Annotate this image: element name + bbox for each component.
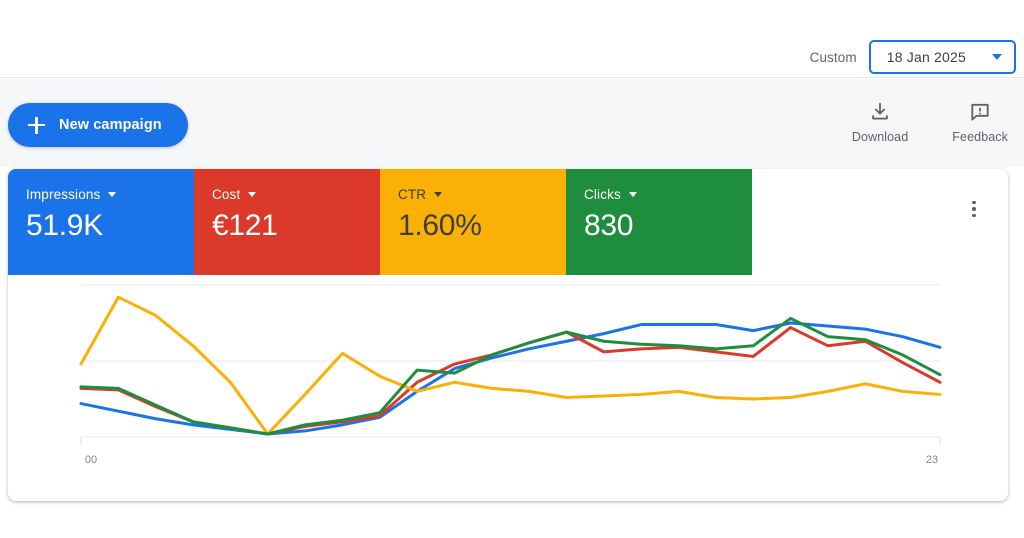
action-toolbar: New campaign Download Feedback xyxy=(0,79,1024,167)
metric-label: Clicks xyxy=(584,187,621,202)
chevron-down-icon xyxy=(628,192,637,197)
chevron-down-icon xyxy=(108,192,117,197)
chevron-down-icon xyxy=(992,54,1002,60)
download-button[interactable]: Download xyxy=(852,101,908,144)
chart-tick-labels: 00 23 xyxy=(85,454,938,466)
x-axis-tick-label: 23 xyxy=(926,454,938,466)
metric-value: 51.9K xyxy=(26,209,103,242)
metric-label: Impressions xyxy=(26,187,101,202)
metric-label: CTR xyxy=(398,187,427,202)
feedback-icon xyxy=(969,101,991,123)
chevron-down-icon xyxy=(248,192,257,197)
new-campaign-button[interactable]: New campaign xyxy=(8,103,188,147)
new-campaign-label: New campaign xyxy=(59,117,162,133)
date-range-dropdown[interactable]: 18 Jan 2025 xyxy=(868,40,1016,74)
chart-line-cost xyxy=(79,326,942,436)
metric-header[interactable]: Clicks xyxy=(584,187,752,202)
metric-header[interactable]: Impressions xyxy=(26,187,194,202)
metric-header[interactable]: CTR xyxy=(398,187,566,202)
date-range-value: 18 Jan 2025 xyxy=(886,49,966,65)
date-range-type-label: Custom xyxy=(809,49,857,65)
chart-line-clicks xyxy=(79,316,942,436)
metric-tile-clicks[interactable]: Clicks 830 xyxy=(566,169,752,275)
metric-tiles: Impressions 51.9K Cost €121 CTR 1.60% Cl… xyxy=(8,169,752,275)
plus-icon xyxy=(28,116,45,134)
page-header: Custom 18 Jan 2025 xyxy=(0,0,1024,78)
metric-value: 830 xyxy=(584,209,634,242)
metric-label: Cost xyxy=(212,187,241,202)
metric-header[interactable]: Cost xyxy=(212,187,380,202)
performance-chart: 00 23 xyxy=(8,275,1008,501)
feedback-label: Feedback xyxy=(952,130,1008,144)
download-label: Download xyxy=(851,130,909,144)
performance-card: Impressions 51.9K Cost €121 CTR 1.60% Cl… xyxy=(8,169,1008,501)
date-range-selector[interactable]: Custom 18 Jan 2025 xyxy=(810,40,1016,74)
chart-line-impressions xyxy=(79,321,942,436)
chart-svg: 00 23 xyxy=(79,284,942,466)
x-axis-tick-label: 00 xyxy=(85,454,97,466)
metric-tile-ctr[interactable]: CTR 1.60% xyxy=(380,169,566,275)
metric-tile-cost[interactable]: Cost €121 xyxy=(194,169,380,275)
download-icon xyxy=(869,101,891,123)
chevron-down-icon xyxy=(434,192,443,197)
metric-value: 1.60% xyxy=(398,209,482,242)
metric-tile-impressions[interactable]: Impressions 51.9K xyxy=(8,169,194,275)
metric-value: €121 xyxy=(212,209,278,242)
feedback-button[interactable]: Feedback xyxy=(952,101,1008,144)
chart-series-group xyxy=(79,295,942,436)
chart-line-ctr xyxy=(79,295,942,436)
google-ads-overview-page: Custom 18 Jan 2025 New campaign Download… xyxy=(0,0,1024,538)
toolbar-actions: Download Feedback xyxy=(852,101,1008,144)
kebab-menu-icon[interactable] xyxy=(964,199,984,219)
chart-axis xyxy=(80,437,941,445)
